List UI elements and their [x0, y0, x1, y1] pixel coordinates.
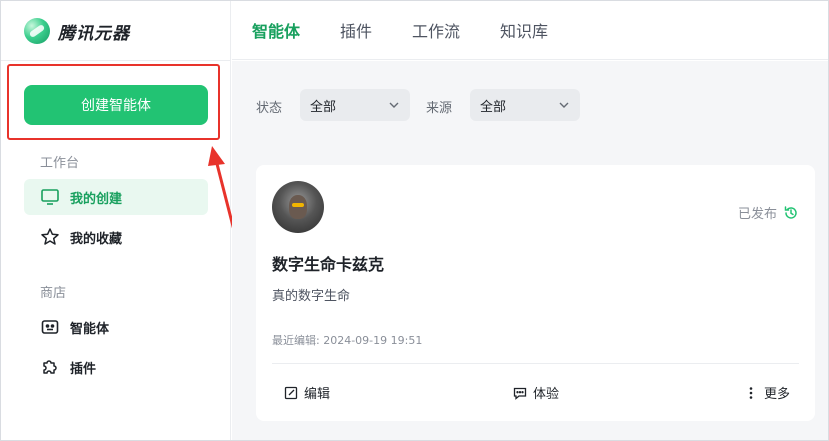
sidebar-divider: [0, 60, 231, 61]
sidebar-item-my-favorites[interactable]: 我的收藏: [24, 219, 208, 255]
tab-workflows[interactable]: 工作流: [412, 18, 460, 42]
status-filter-select[interactable]: 全部: [300, 89, 410, 121]
publish-status-label: 已发布: [737, 207, 777, 222]
puzzle-icon: [43, 360, 57, 374]
top-nav: 智能体 插件 工作流 知识库: [232, 0, 829, 60]
agent-avatar: [272, 181, 324, 233]
sidebar-item-my-created[interactable]: 我的创建: [24, 179, 208, 215]
brand-logo[interactable]: 腾讯元器: [24, 16, 130, 46]
publish-status: 已发布: [738, 203, 799, 222]
more-vertical-icon: [749, 386, 753, 399]
monitor-icon: [41, 189, 59, 205]
sidebar-item-plugins[interactable]: 插件: [24, 349, 208, 385]
sidebar-item-agents[interactable]: 智能体: [24, 309, 208, 345]
status-filter-label: 状态: [256, 101, 283, 116]
edit-icon: [284, 386, 298, 399]
sidebar-item-label: 智能体: [70, 321, 110, 337]
card-divider: [272, 363, 799, 364]
sidebar-item-label: 我的创建: [70, 191, 123, 207]
robot-icon: [41, 320, 59, 334]
agent-last-edited: 最近编辑: 2024-09-19 19:51: [272, 334, 423, 347]
try-button[interactable]: 体验: [513, 383, 559, 402]
tab-agents[interactable]: 智能体: [252, 18, 300, 42]
workspace-section-title: 工作台: [40, 156, 80, 171]
annotation-highlight-box: [7, 64, 220, 140]
history-icon[interactable]: [783, 205, 799, 221]
source-filter-value: 全部: [480, 99, 507, 115]
source-filter-select[interactable]: 全部: [470, 89, 580, 121]
more-label: 更多: [764, 387, 791, 402]
brand-name: 腾讯元器: [58, 23, 130, 44]
edit-label: 编辑: [304, 387, 331, 402]
agent-card[interactable]: 已发布 数字生命卡兹克 真的数字生命 最近编辑: 2024-09-19 19:5…: [256, 165, 815, 421]
chevron-down-icon: [559, 102, 569, 108]
sidebar-item-label: 插件: [70, 361, 97, 377]
more-button[interactable]: 更多: [744, 383, 790, 402]
agent-description: 真的数字生命: [272, 289, 351, 304]
agent-title: 数字生命卡兹克: [272, 255, 385, 274]
status-filter-value: 全部: [310, 99, 337, 115]
try-label: 体验: [533, 387, 560, 402]
chevron-down-icon: [389, 102, 399, 108]
tab-plugins[interactable]: 插件: [340, 18, 372, 42]
edit-button[interactable]: 编辑: [284, 383, 330, 402]
main-content: 状态 全部 来源 全部 已发布 数字生命卡兹克 真的数字生命 最近编辑: 202…: [232, 61, 829, 441]
sidebar-item-label: 我的收藏: [70, 231, 123, 247]
source-filter-label: 来源: [426, 101, 453, 116]
chat-icon: [513, 387, 527, 400]
store-section-title: 商店: [40, 286, 67, 301]
brand-logo-icon: [24, 18, 50, 44]
tab-knowledge-base[interactable]: 知识库: [500, 18, 548, 42]
star-icon: [41, 228, 59, 245]
